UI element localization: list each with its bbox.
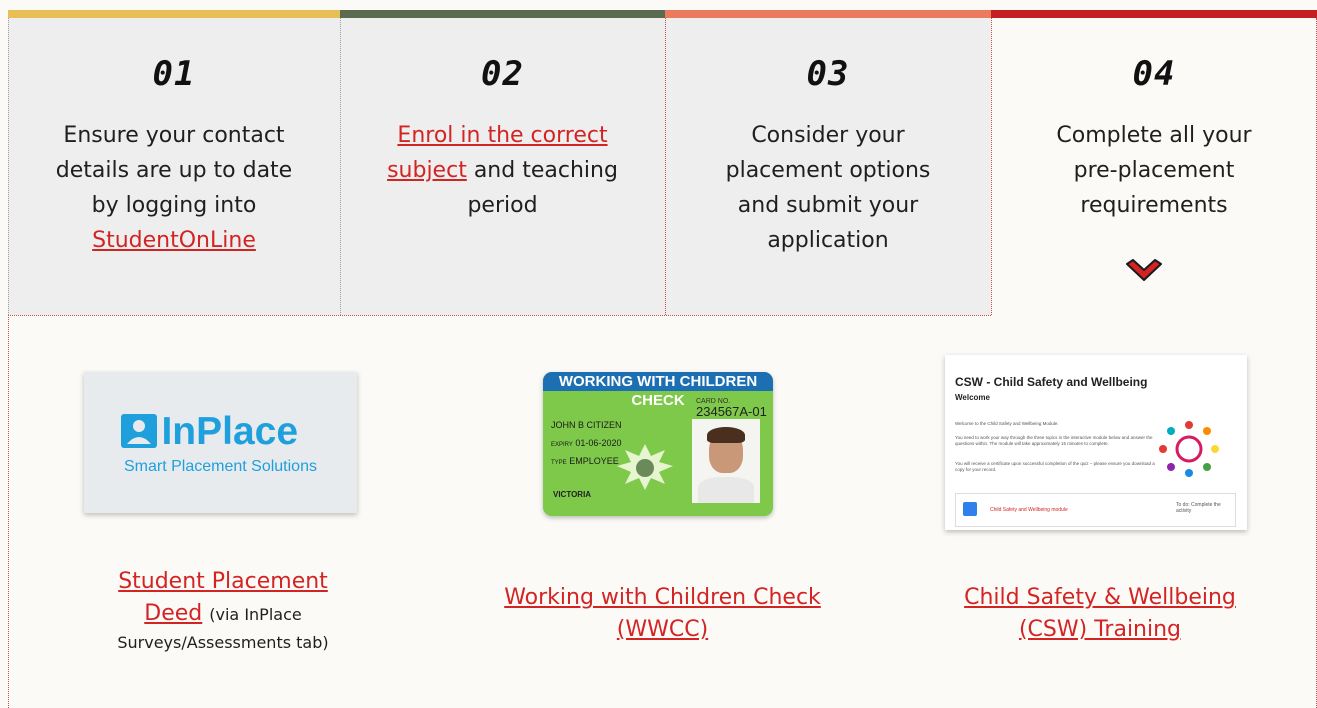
csw-training-link[interactable]: Child Safety & Wellbeing (CSW) Training bbox=[964, 585, 1236, 642]
csw-title: CSW - Child Safety and Wellbeing bbox=[955, 375, 1148, 389]
module-todo: To do: Complete the activity bbox=[1176, 502, 1221, 514]
caption-note: Surveys/Assessments tab) bbox=[117, 633, 329, 652]
children-badge-icon bbox=[617, 444, 673, 490]
csw-module-image: CSW - Child Safety and Wellbeing Welcome… bbox=[945, 355, 1247, 530]
inplace-wordmark: InPlace bbox=[161, 410, 299, 453]
csw-welcome: Welcome bbox=[955, 393, 990, 402]
step-card-01: 01 Ensure your contact details are up to… bbox=[8, 18, 340, 315]
step-text: and teaching bbox=[466, 158, 618, 183]
link-text: Child Safety & Wellbeing bbox=[964, 585, 1236, 610]
expiry-label: EXPIRY bbox=[551, 442, 573, 448]
step-description: Complete all your pre-placement requirem… bbox=[991, 118, 1317, 223]
wwcc-card-header: WORKING WITH CHILDREN CHECK bbox=[543, 372, 773, 409]
step-text-line: by logging into bbox=[91, 193, 257, 218]
inplace-tagline: Smart Placement Solutions bbox=[124, 458, 317, 475]
step-card-02: 02 Enrol in the correct subject and teach… bbox=[340, 18, 665, 315]
step-4-bar bbox=[991, 10, 1317, 18]
csw-module-row[interactable]: Child Safety and Wellbeing module To do:… bbox=[955, 493, 1236, 527]
link-text: Deed bbox=[144, 601, 203, 626]
step-text-line: Ensure your contact bbox=[63, 123, 285, 148]
link-text: Working with Children Check bbox=[504, 585, 821, 610]
card-number: 234567A-01 bbox=[696, 404, 767, 419]
step-description: Enrol in the correct subject and teaching… bbox=[340, 118, 665, 223]
cardholder-photo bbox=[692, 419, 760, 503]
card-expiry: EXPIRY 01-06-2020 bbox=[551, 438, 621, 448]
csw-paragraph: You will receive a certificate upon succ… bbox=[955, 461, 1155, 472]
step-text-line: Consider your bbox=[751, 123, 905, 148]
divider bbox=[340, 18, 341, 315]
step-text-line: and submit your bbox=[737, 193, 919, 218]
divider bbox=[665, 18, 666, 315]
link-text: Enrol in the correct bbox=[397, 123, 608, 148]
person-icon bbox=[121, 414, 157, 448]
step-number: 02 bbox=[481, 54, 524, 94]
step-number: 04 bbox=[1132, 54, 1176, 94]
type-label: TYPE bbox=[551, 460, 567, 466]
step-number: 01 bbox=[152, 54, 196, 94]
link-text: (WWCC) bbox=[616, 617, 709, 642]
divider bbox=[8, 18, 9, 315]
children-circle-icon bbox=[1159, 421, 1219, 477]
step-2-bar bbox=[340, 10, 665, 18]
divider bbox=[8, 315, 991, 316]
card-type: TYPE EMPLOYEE bbox=[551, 456, 619, 466]
step-1-bar bbox=[8, 10, 340, 18]
inplace-logo-image: InPlace Smart Placement Solutions bbox=[84, 372, 357, 513]
studentonline-link[interactable]: StudentOnLine bbox=[92, 228, 256, 253]
step-description: Consider your placement options and subm… bbox=[665, 118, 991, 258]
wwcc-link[interactable]: Working with Children Check (WWCC) bbox=[504, 585, 821, 642]
step-text-line: details are up to date bbox=[55, 158, 293, 183]
chevron-down-icon[interactable] bbox=[1125, 258, 1163, 284]
csw-paragraph: You need to work your way through the th… bbox=[955, 435, 1153, 446]
divider bbox=[8, 315, 9, 708]
wwcc-caption: Working with Children Check (WWCC) bbox=[470, 582, 855, 646]
step-text-line: application bbox=[767, 228, 889, 253]
card-name: JOHN B CITIZEN bbox=[551, 420, 622, 430]
csw-caption: Child Safety & Wellbeing (CSW) Training bbox=[920, 582, 1280, 646]
module-icon bbox=[963, 502, 977, 516]
step-text-line: requirements bbox=[1080, 193, 1228, 218]
link-text: subject bbox=[387, 158, 467, 183]
csw-paragraph: Welcome to the Child Safety and Wellbein… bbox=[955, 421, 1059, 426]
link-text: Student Placement bbox=[118, 569, 328, 594]
type-value: EMPLOYEE bbox=[569, 456, 619, 466]
caption-note: (via InPlace bbox=[209, 605, 302, 624]
wwcc-card-image: WORKING WITH CHILDREN CHECK CARD NO. 234… bbox=[543, 372, 773, 516]
step-text-line: period bbox=[467, 193, 538, 218]
step-text-line: pre-placement bbox=[1073, 158, 1235, 183]
step-number: 03 bbox=[806, 54, 850, 94]
module-link[interactable]: Child Safety and Wellbeing module bbox=[990, 507, 1068, 513]
victoria-logo: VICTORIA bbox=[553, 490, 592, 499]
photo-shirt bbox=[698, 477, 754, 503]
link-text: (CSW) Training bbox=[1018, 617, 1182, 642]
divider bbox=[991, 18, 992, 315]
step-card-03: 03 Consider your placement options and s… bbox=[665, 18, 991, 315]
step-text-line: placement options bbox=[725, 158, 931, 183]
step-3-bar bbox=[665, 10, 991, 18]
expiry-value: 01-06-2020 bbox=[575, 438, 622, 448]
step-text-line: Complete all your bbox=[1056, 123, 1252, 148]
inplace-logo: InPlace bbox=[121, 412, 298, 451]
inplace-caption: Student Placement Deed (via InPlace Surve… bbox=[58, 566, 388, 655]
step-description: Ensure your contact details are up to da… bbox=[8, 118, 340, 258]
photo-hair bbox=[707, 427, 745, 443]
